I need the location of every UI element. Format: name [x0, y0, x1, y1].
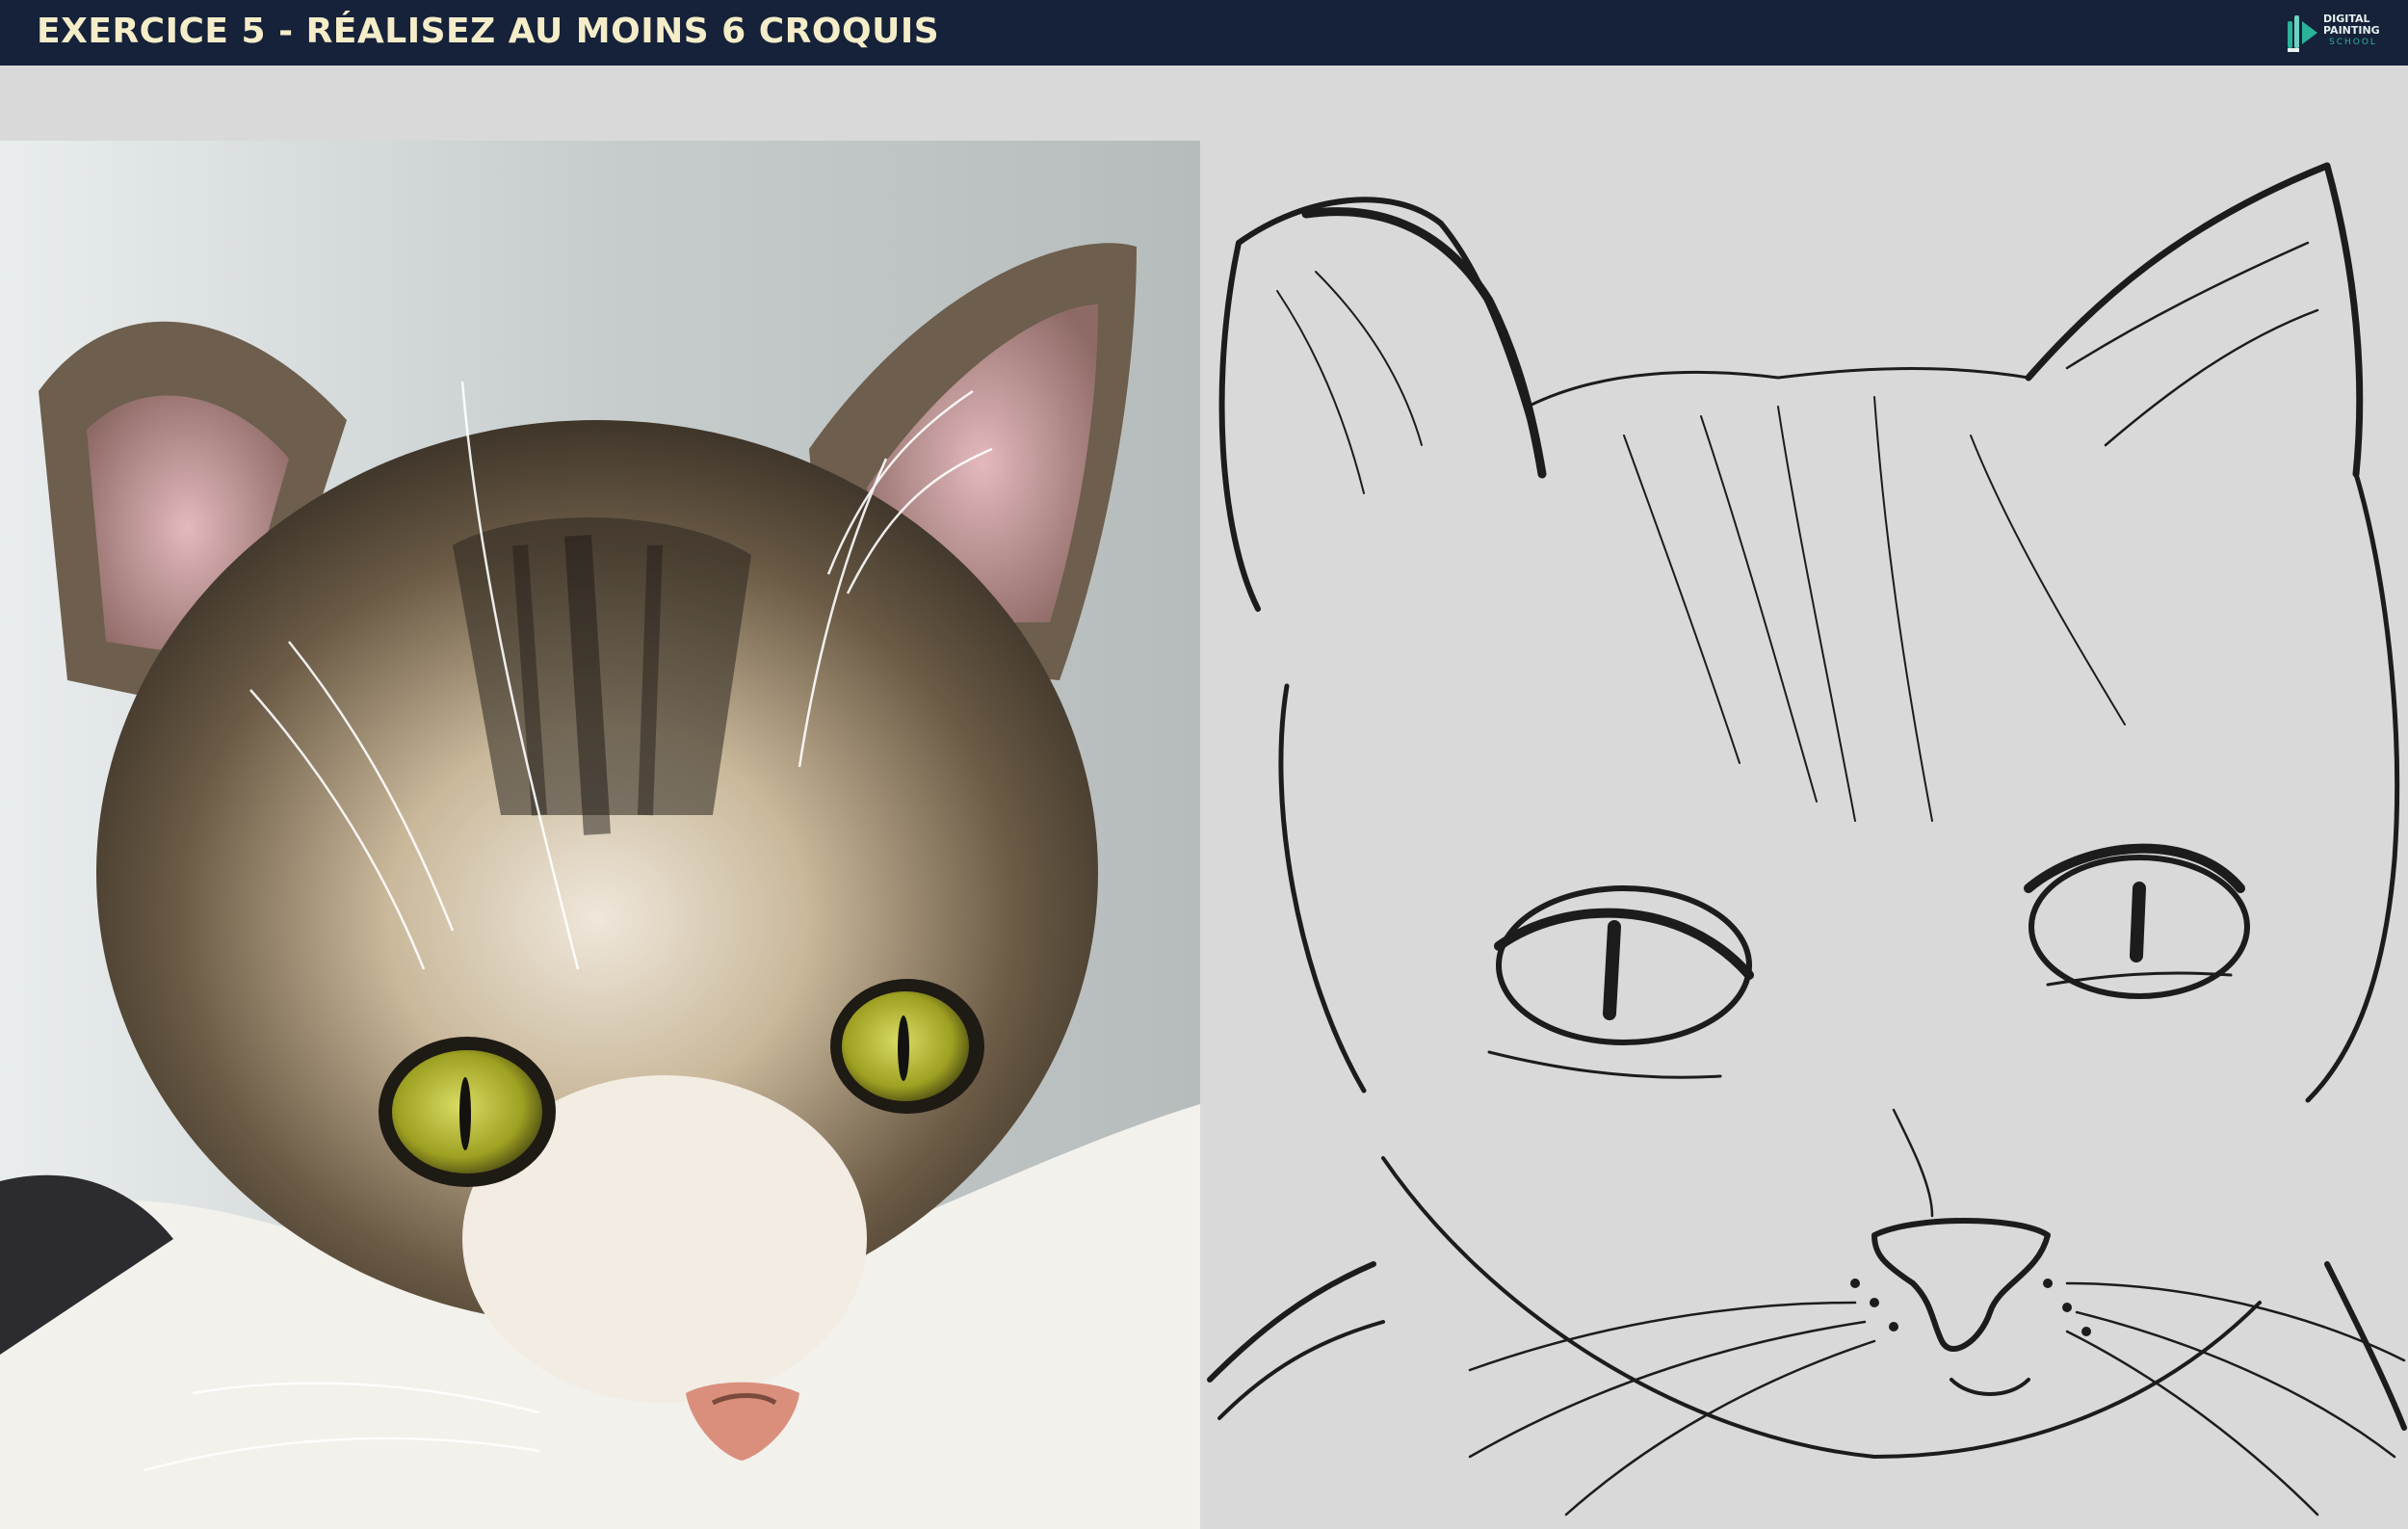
paintbrush-logo-icon — [2288, 15, 2317, 52]
exercise-title: EXERCICE 5 - RÉALISEZ AU MOINS 6 CROQUIS — [37, 12, 940, 51]
cat-line-sketch — [1207, 162, 2407, 1516]
tabby-cat-photo — [0, 141, 1200, 1529]
digital-painting-school-logo: DIGITAL PAINTING SCHOOL — [2285, 10, 2391, 56]
title-bar: EXERCICE 5 - RÉALISEZ AU MOINS 6 CROQUIS… — [0, 0, 2408, 66]
logo-word-painting: PAINTING — [2323, 24, 2380, 37]
logo-word-school: SCHOOL — [2329, 38, 2377, 47]
